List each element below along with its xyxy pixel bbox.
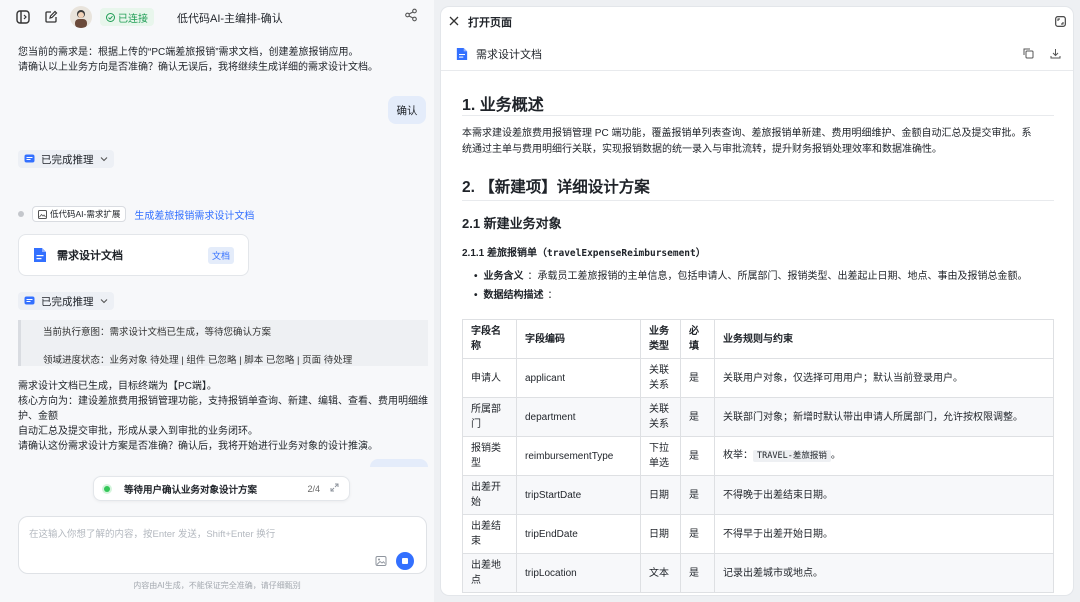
progress-dot [104,485,110,492]
chat-input-box [18,516,427,574]
send-button[interactable] [396,552,414,570]
list-item: 业务含义：承载员工差旅报销的主单信息，包括申请人、所属部门、报销类型、出差起止日… [474,267,1054,286]
close-icon[interactable] [448,15,460,30]
chat-bubble-icon [24,154,35,162]
column-header: 业务类型 [640,319,681,359]
list-item: 数据结构描述： [474,286,1054,305]
chevron-down-icon [100,299,107,304]
user-message-bubble: 确认 [388,96,426,124]
assistant-message: 您当前的需求是：根据上传的“PC端差旅报销”需求文档，创建差旅报销应用。 请确认… [18,47,378,73]
document-card-title: 需求设计文档 [57,250,123,262]
section-heading-1: 1. 业务概述 [462,97,544,114]
image-icon [38,209,47,219]
document-icon [34,248,46,262]
progress-status[interactable]: 等待用户确认业务对象设计方案 2/4 [93,476,350,501]
tool-description[interactable]: 生成差旅报销需求设计文档 [134,207,254,222]
download-icon[interactable] [1050,48,1061,62]
bullet-list: 业务含义：承载员工差旅报销的主单信息，包括申请人、所属部门、报销类型、出差起止日… [474,267,1054,305]
chat-bubble-icon [24,296,35,304]
panel-header: 打开页面 [441,7,1073,37]
column-header: 字段名称 [462,319,517,359]
chat-panel: 已连接 低代码AI-主编排-确认 您当前的需求是：根据上传的“PC端差旅报销”需… [0,0,434,602]
chevron-down-icon [100,157,107,162]
connection-status-badge: 已连接 [100,8,154,26]
table-row: 所属部门 department 关联关系 是 关联部门对象；新增时默认带出申请人… [462,397,1054,437]
document-tab: 需求设计文档 [441,37,1073,71]
divider [462,115,1054,116]
chat-title: 低代码AI-主编排-确认 [177,13,283,25]
tool-call-row: 低代码AI-需求扩展 生成差旅报销需求设计文档 [18,206,254,222]
column-header: 必填 [680,319,715,359]
share-icon[interactable] [404,8,418,25]
user-message-bubble-partial [370,459,428,467]
chat-topbar: 已连接 低代码AI-主编排-确认 [0,0,434,34]
table-row: 出差开始 tripStartDate 日期 是 不得晚于出差结束日期。 [462,475,1054,515]
new-chat-icon[interactable] [42,8,60,26]
expand-icon[interactable] [330,483,339,495]
document-actions [1023,48,1061,62]
panel-title: 打开页面 [468,17,512,29]
column-header: 字段编码 [516,319,641,359]
tool-tag[interactable]: 低代码AI-需求扩展 [32,206,127,222]
ai-disclaimer: 内容由AI生成，不能保证完全准确，请仔细甄别 [133,581,301,590]
overview-paragraph: 本需求建设差旅费用报销管理 PC 端功能，覆盖报销单列表查询、差旅报销单新建、费… [462,128,1032,155]
column-header: 业务规则与约束 [714,319,1054,359]
reasoning-toggle[interactable]: 已完成推理 [18,150,114,168]
assistant-message: 需求设计文档已生成，目标终端为【PC端】。 核心方向为：建设差旅费用报销管理功能… [18,381,428,452]
table-row: 出差地点 tripLocation 文本 是 记录出差城市或地点。 [462,553,1054,593]
object-heading: 2.1.1 差旅报销单（travelExpenseReimbursement） [462,248,706,259]
document-icon [456,47,468,60]
check-circle-icon [106,12,115,22]
sidebar-toggle-icon[interactable] [14,8,32,26]
document-type-badge: 文档 [207,246,234,264]
agent-avatar[interactable] [70,6,92,28]
document-panel: 打开页面 需求设计文档 1. 业务概述 本需求建设差旅费用报销管理 PC 端功能… [441,7,1073,595]
stop-icon [402,558,408,564]
image-upload-icon[interactable] [375,555,387,570]
table-row: 报销类型 reimbursementType 下拉单选 是 枚举： TRAVEL-… [462,436,1054,476]
table-row: 出差结束 tripEndDate 日期 是 不得早于出差开始日期。 [462,514,1054,554]
divider [462,200,1054,201]
field-spec-table: 字段名称 字段编码 业务类型 必填 业务规则与约束 申请人 applicant … [462,319,1054,593]
fullscreen-icon[interactable] [1055,16,1066,30]
copy-icon[interactable] [1023,48,1034,62]
reasoning-quote: 当前执行意图：需求设计文档已生成，等待您确认方案 领域进度状态：业务对象 待处理… [18,320,428,366]
table-row: 申请人 applicant 关联关系 是 关联用户对象，仅选择可用用户；默认当前… [462,358,1054,398]
subsection-heading: 2.1 新建业务对象 [462,216,562,231]
chat-input[interactable] [29,526,349,544]
document-card[interactable]: 需求设计文档 文档 [18,234,249,276]
document-title: 需求设计文档 [476,48,542,61]
reasoning-toggle[interactable]: 已完成推理 [18,292,114,310]
table-header-row: 字段名称 字段编码 业务类型 必填 业务规则与约束 [462,319,1054,359]
section-heading-2: 2. 【新建项】详细设计方案 [462,179,650,196]
step-dot [18,211,24,217]
